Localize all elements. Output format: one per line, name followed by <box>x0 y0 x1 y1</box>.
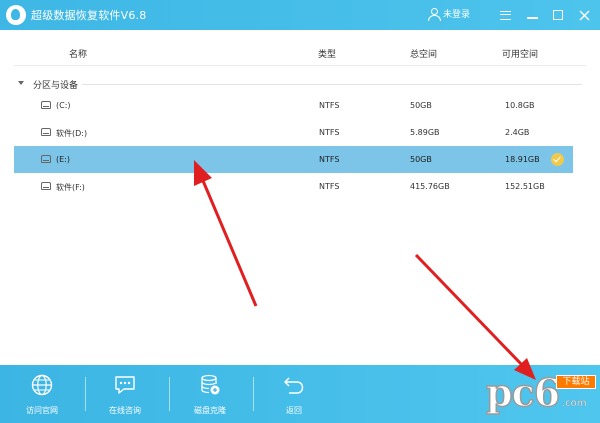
drive-available: 10.8GB <box>505 101 535 110</box>
toolbar-divider <box>253 377 254 411</box>
watermark-url: .com <box>562 398 587 409</box>
column-header-name[interactable]: 名称 <box>69 47 87 60</box>
login-button[interactable]: 未登录 <box>428 7 471 21</box>
drive-type: NTFS <box>319 182 340 191</box>
table-row-f[interactable]: 软件(F:) NTFS 415.76GB 152.51GB <box>14 173 573 200</box>
table-header: 名称 类型 总空间 可用空间 <box>14 38 586 66</box>
back-button[interactable]: 返回 <box>259 365 329 423</box>
disk-clone-icon <box>201 374 220 395</box>
drive-name: 软件(D:) <box>56 129 88 138</box>
toolbar-divider <box>169 377 170 411</box>
drive-icon <box>41 155 51 163</box>
drive-type: NTFS <box>319 155 340 164</box>
menu-button[interactable] <box>495 5 515 25</box>
user-icon <box>428 7 441 21</box>
disk-clone-button[interactable]: 磁盘克隆 <box>175 365 245 423</box>
group-divider <box>82 84 582 85</box>
drive-available: 2.4GB <box>505 128 530 137</box>
close-button[interactable] <box>574 5 594 25</box>
column-header-available[interactable]: 可用空间 <box>502 47 538 60</box>
drive-available: 152.51GB <box>505 182 545 191</box>
menu-icon <box>499 10 511 20</box>
maximize-button[interactable] <box>548 5 568 25</box>
close-icon <box>579 10 589 20</box>
app-logo-icon <box>6 5 26 25</box>
drive-icon <box>41 182 51 190</box>
minimize-button[interactable] <box>522 5 542 25</box>
online-consult-button[interactable]: 在线咨询 <box>90 365 160 423</box>
column-header-total[interactable]: 总空间 <box>410 47 437 60</box>
pc6-watermark: pc6 下载站 .com <box>478 365 600 423</box>
drive-icon <box>41 101 51 109</box>
drive-name: 软件(F:) <box>56 183 85 192</box>
toolbar-divider <box>85 377 86 411</box>
app-title: 超级数据恢复软件V6.8 <box>31 9 147 22</box>
group-partitions[interactable]: 分区与设备 <box>14 74 586 94</box>
watermark-logo-text: pc6 <box>485 369 561 416</box>
login-label: 未登录 <box>443 10 471 20</box>
tool-label: 访问官网 <box>26 406 58 415</box>
annotation-arrow-down <box>414 253 536 380</box>
maximize-icon <box>553 10 563 20</box>
column-header-type[interactable]: 类型 <box>318 47 336 60</box>
drive-available: 18.91GB <box>505 155 540 164</box>
drive-name: (C:) <box>56 101 71 110</box>
globe-icon <box>31 374 53 396</box>
table-row-d[interactable]: 软件(D:) NTFS 5.89GB 2.4GB <box>14 119 573 146</box>
collapse-triangle-icon[interactable] <box>18 81 24 85</box>
drive-total: 5.89GB <box>410 128 440 137</box>
table-row-e-selected[interactable]: (E:) NTFS 50GB 18.91GB <box>14 146 573 173</box>
group-label: 分区与设备 <box>33 81 79 91</box>
tool-label: 磁盘克隆 <box>194 406 226 415</box>
tool-label: 返回 <box>286 406 302 415</box>
drive-total: 415.76GB <box>410 182 450 191</box>
title-bar: 超级数据恢复软件V6.8 未登录 <box>0 0 600 30</box>
drive-total: 50GB <box>410 155 432 164</box>
selected-check-icon <box>551 153 564 166</box>
drive-total: 50GB <box>410 101 432 110</box>
chat-icon <box>115 376 135 394</box>
tool-label: 在线咨询 <box>109 406 141 415</box>
table-row-c[interactable]: (C:) NTFS 50GB 10.8GB <box>14 92 573 119</box>
drive-type: NTFS <box>319 128 340 137</box>
watermark-badge: 下载站 <box>556 375 596 389</box>
back-arrow-icon <box>284 377 304 394</box>
drive-name: (E:) <box>56 155 70 164</box>
minimize-icon <box>526 17 538 19</box>
drive-type: NTFS <box>319 101 340 110</box>
visit-website-button[interactable]: 访问官网 <box>7 365 77 423</box>
drive-icon <box>41 128 51 136</box>
